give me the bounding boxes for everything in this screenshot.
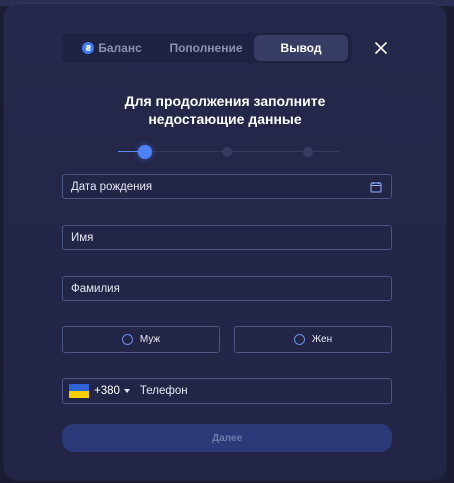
calendar-icon[interactable] (370, 181, 382, 193)
phone-country-code: +380 (94, 385, 120, 397)
first-name-field[interactable]: Имя (62, 225, 392, 250)
step-2-dot (222, 147, 232, 157)
tab-bar: ₴ Баланс Пополнение Вывод (62, 33, 352, 63)
gender-female-label: Жен (311, 334, 333, 345)
tab-withdraw-label: Вывод (280, 41, 322, 55)
radio-female-icon (293, 334, 305, 345)
continue-button-label: Далее (211, 432, 243, 444)
gender-male-label: Муж (139, 334, 161, 345)
heading-line-1: Для продолжения заполните (124, 93, 326, 109)
first-name-label: Имя (71, 231, 94, 244)
gender-male-option[interactable]: Муж (62, 326, 220, 353)
close-icon (375, 42, 387, 54)
tab-balance-label: Баланс (98, 41, 142, 55)
phone-field[interactable]: +380 Телефон (62, 378, 392, 404)
tab-withdraw[interactable]: Вывод (254, 35, 348, 61)
close-button[interactable] (370, 37, 392, 59)
progress-stepper (118, 144, 340, 160)
form-heading: Для продолжения заполните недостающие да… (4, 92, 446, 128)
tab-topup[interactable]: Пополнение (160, 35, 252, 61)
last-name-label: Фамилия (71, 282, 120, 295)
step-1-dot (138, 145, 152, 159)
birth-date-label: Дата рождения (71, 180, 153, 193)
phone-label: Телефон (139, 385, 188, 397)
gender-female-option[interactable]: Жен (234, 326, 392, 353)
country-dropdown-caret-icon[interactable] (123, 389, 130, 393)
tab-topup-label: Пополнение (169, 41, 243, 55)
step-3-dot (303, 147, 313, 157)
birth-date-field[interactable]: Дата рождения (62, 174, 392, 199)
heading-line-2: недостающие данные (148, 111, 302, 127)
last-name-field[interactable]: Фамилия (62, 276, 392, 301)
withdraw-modal: ₴ Баланс Пополнение Вывод Для продолжени… (4, 4, 446, 480)
coin-icon: ₴ (82, 42, 95, 54)
radio-male-icon (121, 334, 133, 345)
tab-balance[interactable]: ₴ Баланс (64, 35, 160, 61)
continue-button[interactable]: Далее (62, 424, 392, 452)
ukraine-flag-icon (69, 384, 89, 398)
